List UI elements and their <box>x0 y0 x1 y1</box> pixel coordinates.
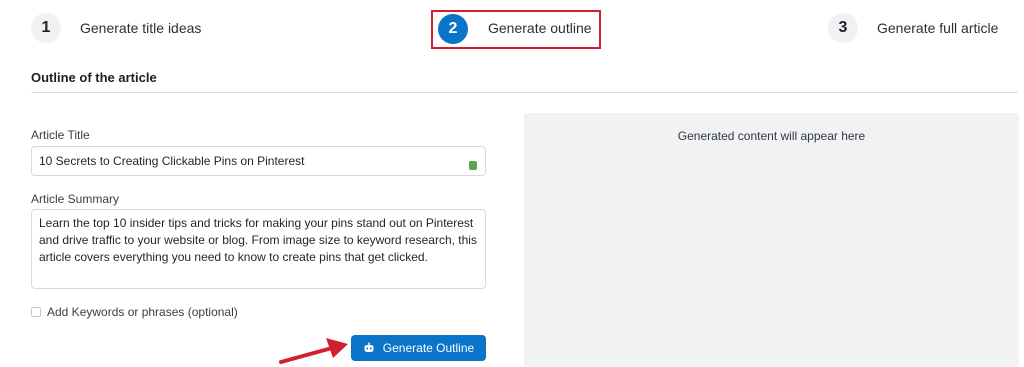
step-3-number[interactable]: 3 <box>828 13 858 43</box>
generated-content-placeholder: Generated content will appear here <box>677 129 866 143</box>
generate-outline-button-label: Generate Outline <box>382 341 475 355</box>
robot-icon <box>364 342 374 352</box>
keywords-checkbox[interactable] <box>31 307 41 317</box>
generated-content-panel: Generated content will appear here <box>524 113 1019 367</box>
article-summary-label: Article Summary <box>31 192 120 206</box>
generate-outline-button[interactable]: Generate Outline <box>351 335 486 361</box>
step-2-label[interactable]: Generate outline <box>488 19 592 37</box>
annotation-arrow-icon <box>279 338 348 364</box>
article-title-label: Article Title <box>31 128 90 142</box>
step-1-label[interactable]: Generate title ideas <box>80 19 201 37</box>
step-2-number[interactable]: 2 <box>438 14 468 44</box>
section-title: Outline of the article <box>31 70 157 85</box>
article-title-input[interactable]: 10 Secrets to Creating Clickable Pins on… <box>31 146 486 176</box>
step-1-number[interactable]: 1 <box>31 13 61 43</box>
article-summary-textarea[interactable]: Learn the top 10 insider tips and tricks… <box>31 209 486 289</box>
section-divider <box>31 92 1018 93</box>
article-title-value: 10 Secrets to Creating Clickable Pins on… <box>39 154 305 168</box>
grammarly-icon[interactable] <box>469 161 477 170</box>
keywords-checkbox-label[interactable]: Add Keywords or phrases (optional) <box>47 305 238 319</box>
step-3-label[interactable]: Generate full article <box>877 19 998 37</box>
